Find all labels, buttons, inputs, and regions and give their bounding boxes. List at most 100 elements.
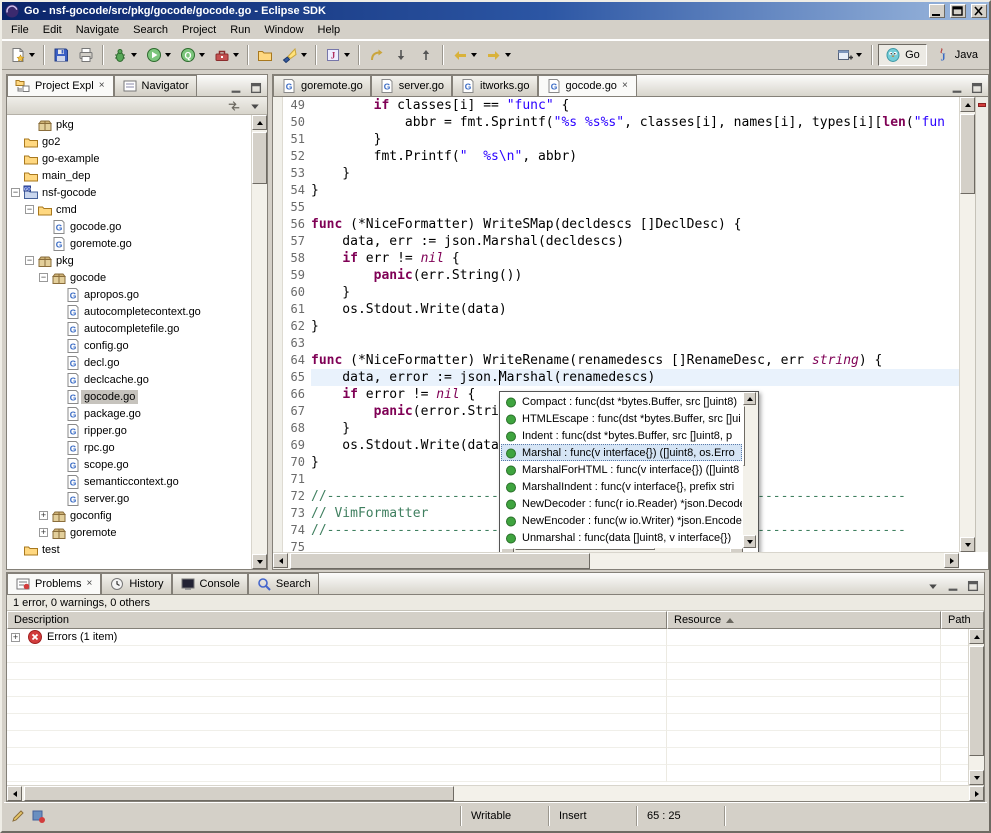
autocomplete-item-marshal[interactable]: Marshal : func(v interface{}) ([]uint8, … (501, 444, 742, 461)
code-line-55[interactable]: 55 (273, 199, 959, 216)
tree-item-autocompletefile-go[interactable]: Gautocompletefile.go (7, 320, 251, 337)
scroll-thumb[interactable] (252, 132, 267, 184)
trim-marker-icon[interactable] (28, 807, 48, 825)
tree-item-gocode-go[interactable]: Ggocode.go (7, 388, 251, 405)
menu-window[interactable]: Window (257, 22, 310, 38)
scroll-down-button[interactable] (252, 554, 267, 569)
scroll-thumb[interactable] (960, 114, 975, 194)
tree-item-apropos-go[interactable]: Gapropos.go (7, 286, 251, 303)
dropdown-arrow-icon[interactable] (301, 53, 307, 57)
collapse-icon[interactable]: − (25, 205, 34, 214)
collapse-icon[interactable]: − (25, 256, 34, 265)
tree-item-cmd[interactable]: −cmd (7, 201, 251, 218)
tree-item-pkg[interactable]: −pkg (7, 252, 251, 269)
dropdown-arrow-icon[interactable] (131, 53, 137, 57)
code-line-65[interactable]: 65 data, error := json.Marshal(renamedes… (273, 369, 959, 386)
code-line-62[interactable]: 62} (273, 318, 959, 335)
code-line-52[interactable]: 52 fmt.Printf(" %s\n", abbr) (273, 148, 959, 165)
close-tab-icon[interactable]: × (621, 81, 629, 91)
close-tab-icon[interactable]: × (98, 81, 106, 91)
tree-item-config-go[interactable]: Gconfig.go (7, 337, 251, 354)
tree-item-rpc-go[interactable]: Grpc.go (7, 439, 251, 456)
code-line-54[interactable]: 54} (273, 182, 959, 199)
error-mark[interactable] (978, 103, 986, 107)
popup-vscrollbar[interactable] (743, 392, 758, 548)
code-line-56[interactable]: 56func (*NiceFormatter) WriteSMap(declde… (273, 216, 959, 233)
scroll-right-button[interactable] (944, 553, 959, 568)
code-line-60[interactable]: 60 } (273, 284, 959, 301)
tree-item-nsf-gocode[interactable]: −GOnsf-gocode (7, 184, 251, 201)
maximize-button[interactable] (950, 4, 966, 18)
popup-hscrollbar[interactable] (501, 548, 743, 552)
problems-vscrollbar[interactable] (968, 629, 984, 785)
menu-navigate[interactable]: Navigate (69, 22, 126, 38)
tree-item-goremote-go[interactable]: Ggoremote.go (7, 235, 251, 252)
last-edit-button[interactable] (364, 44, 388, 66)
menu-edit[interactable]: Edit (36, 22, 69, 38)
view-menu-icon[interactable] (924, 578, 942, 594)
close-tab-icon[interactable]: × (85, 579, 93, 589)
autocomplete-item-marshalindent[interactable]: MarshalIndent : func(v interface{}, pref… (501, 478, 742, 495)
debug-button[interactable] (108, 44, 141, 66)
editor-tab-goremote-go[interactable]: Ggoremote.go (273, 75, 371, 96)
code-line-58[interactable]: 58 if err != nil { (273, 250, 959, 267)
scroll-right-button[interactable] (730, 548, 743, 552)
scroll-thumb[interactable] (290, 553, 590, 569)
editor-tab-server-go[interactable]: Gserver.go (371, 75, 452, 96)
scroll-up-button[interactable] (743, 392, 756, 405)
maximize-view-icon[interactable] (247, 80, 265, 96)
autocomplete-item-compact[interactable]: Compact : func(dst *bytes.Buffer, src []… (501, 393, 742, 410)
scroll-track[interactable] (252, 130, 267, 554)
titlebar[interactable]: Go - nsf-gocode/src/pkg/gocode/gocode.go… (2, 2, 989, 20)
code-line-49[interactable]: 49 if classes[i] == "func" { (273, 97, 959, 114)
dropdown-arrow-icon[interactable] (471, 53, 477, 57)
problems-tab-search[interactable]: Search (248, 573, 319, 594)
open-resource-button[interactable] (253, 44, 277, 66)
menu-search[interactable]: Search (126, 22, 175, 38)
tree-item-goconfig[interactable]: +goconfig (7, 507, 251, 524)
tree-item-package-go[interactable]: Gpackage.go (7, 405, 251, 422)
problems-tab-console[interactable]: Console (172, 573, 248, 594)
expand-icon[interactable]: + (11, 633, 20, 642)
tree-item-gocode[interactable]: −gocode (7, 269, 251, 286)
minimize-view-icon[interactable] (944, 578, 962, 594)
explorer-scrollbar[interactable] (251, 115, 267, 569)
code-editor[interactable]: 49 if classes[i] == "func" {50 abbr = fm… (273, 97, 959, 552)
dropdown-arrow-icon[interactable] (165, 53, 171, 57)
tree-item-gocode-go[interactable]: Ggocode.go (7, 218, 251, 235)
overview-ruler[interactable] (975, 97, 988, 552)
scroll-thumb[interactable] (743, 406, 745, 466)
open-perspective-button[interactable] (833, 44, 866, 66)
scroll-left-button[interactable] (501, 548, 514, 552)
scroll-up-button[interactable] (252, 115, 267, 130)
scroll-up-button[interactable] (969, 629, 984, 644)
tree-item-test[interactable]: test (7, 541, 251, 558)
explorer-tab-navigator[interactable]: Navigator (114, 75, 197, 96)
problems-tab-problems[interactable]: Problems× (7, 573, 101, 594)
tree-item-go-example[interactable]: go-example (7, 150, 251, 167)
next-annotation-button[interactable] (389, 44, 413, 66)
autocomplete-item-newencoder[interactable]: NewEncoder : func(w io.Writer) *json.Enc… (501, 512, 742, 529)
maximize-view-icon[interactable] (964, 578, 982, 594)
print-button[interactable] (74, 44, 98, 66)
tree-item-decl-go[interactable]: Gdecl.go (7, 354, 251, 371)
code-line-63[interactable]: 63 (273, 335, 959, 352)
run-button[interactable] (142, 44, 175, 66)
new-wizard-button[interactable] (6, 44, 39, 66)
code-line-51[interactable]: 51 } (273, 131, 959, 148)
scroll-down-button[interactable] (743, 535, 756, 548)
tree-item-go2[interactable]: go2 (7, 133, 251, 150)
autocomplete-item-unmarshal[interactable]: Unmarshal : func(data []uint8, v interfa… (501, 529, 742, 546)
scroll-track[interactable] (22, 786, 969, 801)
perspective-java[interactable]: JJava (928, 44, 985, 66)
collapse-icon[interactable]: − (11, 188, 20, 197)
autocomplete-item-newdecoder[interactable]: NewDecoder : func(r io.Reader) *json.Dec… (501, 495, 742, 512)
scroll-up-button[interactable] (960, 97, 975, 112)
code-line-61[interactable]: 61 os.Stdout.Write(data) (273, 301, 959, 318)
problems-tab-history[interactable]: History (101, 573, 171, 594)
dropdown-arrow-icon[interactable] (29, 53, 35, 57)
code-line-50[interactable]: 50 abbr = fmt.Sprintf("%s %s%s", classes… (273, 114, 959, 131)
column-description[interactable]: Description (7, 611, 667, 629)
prev-annotation-button[interactable] (414, 44, 438, 66)
menu-project[interactable]: Project (175, 22, 223, 38)
